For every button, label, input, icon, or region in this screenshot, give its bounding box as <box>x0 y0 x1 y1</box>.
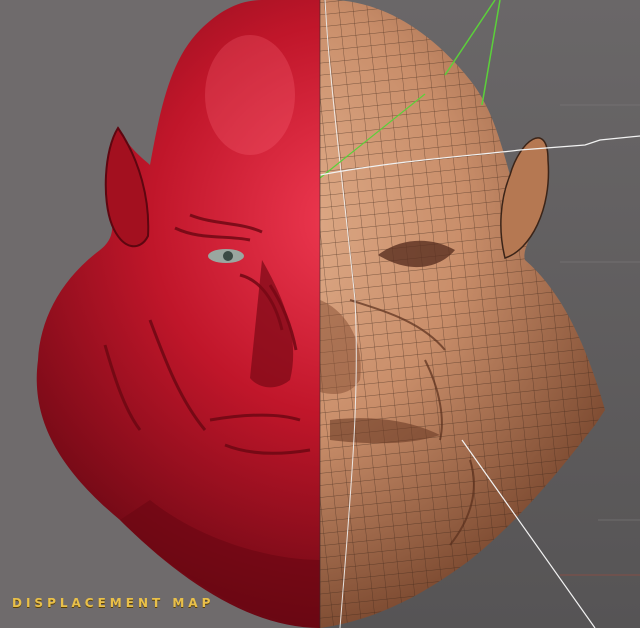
comparison-render <box>0 0 640 628</box>
render-viewport: DISPLACEMENT MAP <box>0 0 640 628</box>
caption-label: DISPLACEMENT MAP <box>12 596 215 610</box>
